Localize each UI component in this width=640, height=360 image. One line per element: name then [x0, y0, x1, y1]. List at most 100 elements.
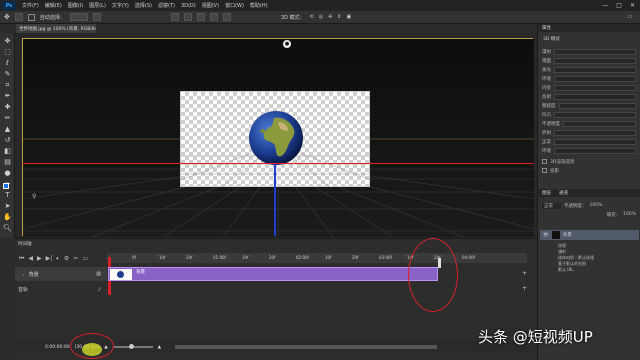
align-right-button[interactable]	[196, 13, 205, 21]
align-left-button[interactable]	[170, 13, 179, 21]
transform-controls-toggle[interactable]	[92, 13, 101, 21]
lasso-tool-icon[interactable]: ℓ	[3, 59, 12, 68]
menu-filter[interactable]: 滤镜(T)	[155, 2, 178, 9]
music-note-icon[interactable]: ♪	[98, 287, 101, 293]
dodge-tool-icon[interactable]: ●	[3, 169, 12, 178]
close-button[interactable]: ✕	[630, 2, 635, 9]
marquee-tool-icon[interactable]: ⬚	[3, 48, 12, 57]
video-clip[interactable]: 背景	[108, 267, 438, 281]
go-to-first-frame-icon[interactable]: ⏮	[19, 255, 24, 263]
menu-type[interactable]: 文字(Y)	[109, 2, 132, 9]
render-options-checkbox[interactable]	[542, 159, 547, 164]
tab-channels[interactable]: 通道	[559, 190, 568, 196]
property-field[interactable]	[554, 147, 636, 154]
zoom-slider[interactable]	[112, 344, 153, 349]
opacity-value[interactable]: 100%	[590, 203, 603, 208]
menu-window[interactable]: 窗口(W)	[222, 2, 247, 9]
property-field[interactable]	[554, 66, 636, 73]
scale-3d-icon[interactable]: ▣	[347, 14, 352, 20]
auto-select-label: 自动选择：	[39, 14, 65, 21]
current-time[interactable]: 0:00:00:00	[45, 345, 70, 350]
menu-select[interactable]: 选择(S)	[132, 2, 155, 9]
expand-arrow-icon[interactable]: ›	[23, 272, 25, 277]
move-tool-icon[interactable]: ✥	[4, 13, 10, 21]
menu-view[interactable]: 视图(V)	[199, 2, 222, 9]
play-icon[interactable]: ▶	[37, 255, 42, 262]
property-field[interactable]	[558, 102, 636, 109]
audio-track[interactable]: 音轨 ♪	[15, 284, 107, 295]
stamp-tool-icon[interactable]: ▲	[3, 125, 12, 134]
move-tool-icon[interactable]: ✥	[3, 37, 12, 46]
shadow-checkbox[interactable]	[542, 168, 547, 173]
tab-layers[interactable]: 图层	[542, 190, 551, 196]
property-field[interactable]	[554, 75, 636, 82]
hand-tool-icon[interactable]: ✋	[3, 213, 12, 222]
camera-view-icon[interactable]: ⚲	[32, 193, 44, 203]
crop-tool-icon[interactable]: ⌗	[3, 81, 12, 90]
align-top-button[interactable]	[209, 13, 218, 21]
timeline-scrollbar[interactable]	[175, 345, 437, 349]
menu-file[interactable]: 文件(F)	[19, 2, 42, 9]
render-options-label: 3D渲染选项	[550, 159, 575, 165]
visibility-eye-icon[interactable]: 👁︎	[543, 233, 549, 238]
previous-frame-icon[interactable]: ◀	[28, 255, 33, 262]
history-brush-tool-icon[interactable]: ↺	[3, 136, 12, 145]
align-center-button[interactable]	[183, 13, 192, 21]
quick-select-tool-icon[interactable]: ✎	[3, 70, 12, 79]
roll-3d-icon[interactable]: ◎	[319, 14, 323, 20]
workspace-icon[interactable]: ▭	[627, 14, 632, 20]
menu-layer[interactable]: 图层(L)	[86, 2, 109, 9]
property-field[interactable]	[554, 111, 636, 118]
blend-mode-select[interactable]: 正常	[542, 202, 561, 209]
3d-mode-label: 3D 模式：	[280, 14, 305, 21]
path-select-tool-icon[interactable]: ➤	[3, 202, 12, 211]
minimize-button[interactable]: —	[602, 2, 608, 9]
property-field[interactable]	[554, 93, 636, 100]
property-field[interactable]	[554, 57, 636, 64]
property-field[interactable]	[563, 120, 636, 127]
auto-select-dropdown[interactable]	[69, 13, 88, 21]
property-field[interactable]	[554, 48, 636, 55]
drag-3d-icon[interactable]: ✣	[328, 14, 332, 20]
zoom-in-icon[interactable]: ▲	[158, 345, 161, 350]
transition-icon[interactable]: ▭	[82, 255, 88, 262]
property-field[interactable]	[554, 129, 636, 136]
property-field[interactable]	[554, 138, 636, 145]
audio-icon[interactable]: 🔈︎	[56, 255, 60, 263]
zoom-slider-thumb[interactable]	[128, 344, 134, 349]
menu-image[interactable]: 图像(I)	[65, 2, 86, 9]
next-frame-icon[interactable]: ▶|	[46, 255, 53, 262]
auto-select-checkbox[interactable]	[27, 13, 35, 21]
maximize-button[interactable]: □	[616, 2, 622, 9]
add-audio-icon[interactable]: +	[522, 285, 527, 292]
zoom-tool-icon[interactable]: 🔍︎	[3, 224, 12, 233]
layers-tabs: 图层 通道	[538, 189, 640, 197]
healing-tool-icon[interactable]: ✚	[3, 103, 12, 112]
foreground-color-swatch[interactable]	[3, 183, 9, 189]
timeline-ruler[interactable]: 0f 10f 20f 01:00f 10f 20f 02:00f 10f 20f…	[107, 253, 527, 263]
eyedropper-tool-icon[interactable]: ✒	[3, 92, 12, 101]
fill-value[interactable]: 100%	[623, 212, 636, 217]
brush-tool-icon[interactable]: ✏	[3, 114, 12, 123]
tool-preset-picker[interactable]	[14, 13, 23, 21]
eraser-tool-icon[interactable]: ◧	[3, 147, 12, 156]
3d-axis-widget-icon[interactable]: ●	[283, 40, 291, 48]
slide-3d-icon[interactable]: ⇕	[337, 14, 341, 20]
orbit-3d-icon[interactable]: ⟲	[310, 14, 314, 20]
type-tool-icon[interactable]: T	[3, 191, 12, 200]
layer-row-background[interactable]: 👁︎ 背景	[540, 230, 639, 240]
gradient-tool-icon[interactable]: ▤	[3, 158, 12, 167]
document-tab[interactable]: 世界地图.jpg @ 100% (背景, RGB/8#) *	[16, 24, 96, 33]
settings-icon[interactable]: ⚙	[64, 255, 69, 262]
add-media-icon[interactable]: +	[522, 270, 527, 277]
film-icon[interactable]: ▥	[96, 271, 101, 277]
menu-3d[interactable]: 3D(D)	[178, 3, 199, 9]
split-icon[interactable]: ✂	[73, 255, 78, 262]
track-background[interactable]: › 背景 ▥	[15, 267, 107, 281]
sublayer-item[interactable]: 默认 IBL	[558, 267, 594, 273]
property-field[interactable]	[554, 84, 636, 91]
menu-edit[interactable]: 编辑(E)	[42, 2, 65, 9]
distribute-button[interactable]	[222, 13, 231, 21]
globe-3d-object[interactable]	[248, 110, 304, 166]
menu-help[interactable]: 帮助(H)	[247, 2, 271, 9]
